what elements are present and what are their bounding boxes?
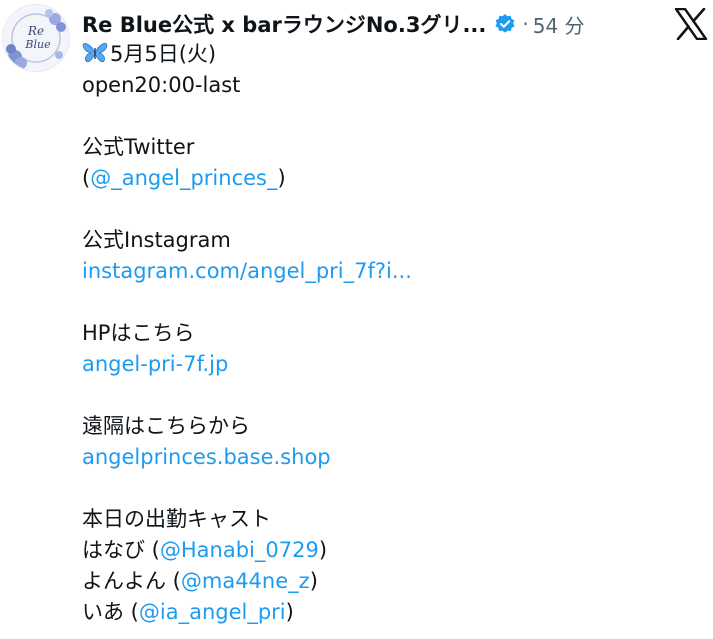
cast-item: よんよん (@ma44ne_z) <box>82 566 702 597</box>
cast-handle-link[interactable]: @ia_angel_pri <box>139 600 286 624</box>
paren-open: ( <box>166 569 181 593</box>
post-time[interactable]: 54 分 <box>533 10 585 39</box>
cast-heading: 本日の出勤キャスト <box>82 507 271 531</box>
svg-text:Blue: Blue <box>24 38 51 51</box>
open-hours: open20:00-last <box>82 73 241 97</box>
paren-open: ( <box>124 600 139 624</box>
cast-handle-link[interactable]: @ma44ne_z <box>181 569 310 593</box>
paren-open: ( <box>145 538 160 562</box>
avatar-image: Re Blue <box>3 5 69 71</box>
remote-shop-link[interactable]: angelprinces.base.shop <box>82 442 702 473</box>
svg-text:Re: Re <box>27 24 44 38</box>
twitter-heading: 公式Twitter <box>82 135 195 159</box>
author-name[interactable]: Re Blue公式 x barラウンジNo.3グリ... <box>82 9 486 39</box>
paren-close: ) <box>285 600 294 624</box>
paren-close: ) <box>318 538 328 562</box>
cast-handle-link[interactable]: @Hanabi_0729 <box>160 538 319 562</box>
paren-close: ) <box>277 166 286 190</box>
hp-heading: HPはこちら <box>82 321 195 345</box>
date-text: 5月5日(火) <box>110 42 217 66</box>
twitter-handle-link[interactable]: @_angel_princes_ <box>90 166 277 190</box>
paren-close: ) <box>309 569 318 593</box>
x-logo-icon[interactable] <box>674 7 708 41</box>
verified-badge-icon <box>494 13 516 35</box>
instagram-heading: 公式Instagram <box>82 228 231 252</box>
cast-name: よんよん <box>82 569 166 593</box>
hp-link[interactable]: angel-pri-7f.jp <box>82 349 702 380</box>
separator-dot: · <box>522 12 529 36</box>
remote-heading: 遠隔はこちらから <box>82 414 250 438</box>
date-line: 5月5日(火) <box>82 39 702 70</box>
paren-open: ( <box>82 166 91 190</box>
cast-name: はなび <box>82 538 145 562</box>
avatar[interactable]: Re Blue <box>2 4 70 72</box>
post-header: Re Blue公式 x barラウンジNo.3グリ... · 54 分 <box>82 6 585 42</box>
cast-name: いあ <box>82 600 124 624</box>
cast-item: はなび (@Hanabi_0729) <box>82 535 702 566</box>
twitter-line: (@_angel_princes_) <box>82 163 702 194</box>
instagram-link[interactable]: instagram.com/angel_pri_7f?i... <box>82 256 702 287</box>
butterfly-icon <box>82 42 108 64</box>
cast-item: いあ (@ia_angel_pri) <box>82 597 702 628</box>
post-body: 5月5日(火) open20:00-last 公式Twitter (@_ange… <box>82 39 702 628</box>
